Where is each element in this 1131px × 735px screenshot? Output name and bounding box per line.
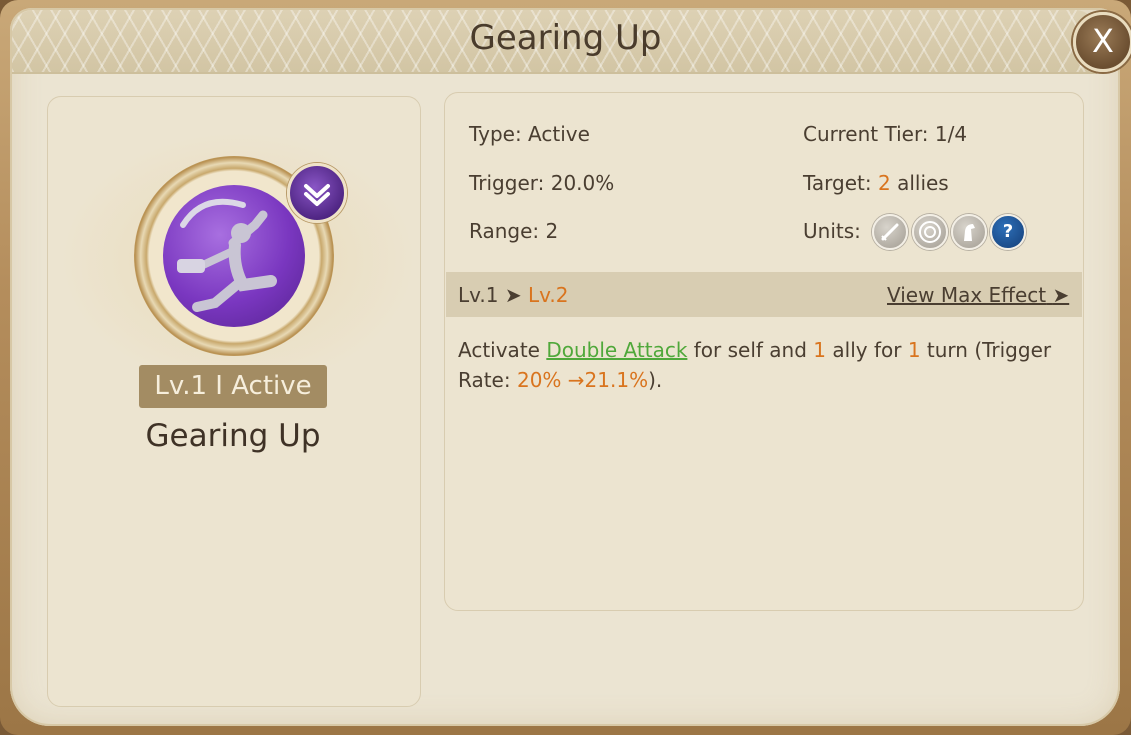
target-label: Target: <box>803 171 872 195</box>
level-status-badge: Lv.1 I Active <box>139 365 327 408</box>
ally-count: 1 <box>813 338 827 362</box>
target-unit: allies <box>897 171 949 195</box>
sword-shape <box>881 223 899 241</box>
tier-row: Current Tier: 1/4 <box>803 122 967 146</box>
range-row: Range: 2 <box>469 219 558 243</box>
question-mark: ? <box>1002 221 1014 242</box>
desc-text-1: Activate <box>458 338 547 362</box>
chevron-shape <box>304 184 330 206</box>
horse-shape <box>964 224 975 241</box>
desc-text-5: ). <box>648 368 663 392</box>
level-arrow-icon: ➤ <box>504 283 522 307</box>
range-label: Range: <box>469 219 540 243</box>
max-effect-arrow-icon: ➤ <box>1052 283 1070 307</box>
desc-text-2: for self and <box>687 338 814 362</box>
desc-text-3: ally for <box>826 338 908 362</box>
trigger-row: Trigger: 20.0% <box>469 171 614 195</box>
dialog-title: Gearing Up <box>469 18 662 58</box>
tier-value: 1/4 <box>934 122 968 146</box>
chevron-down-icon[interactable] <box>287 163 347 223</box>
units-label: Units: <box>803 219 861 243</box>
sword-icon[interactable] <box>872 214 908 250</box>
trigger-value: 20.0% <box>550 171 615 195</box>
max-effect-label: View Max Effect <box>887 283 1047 307</box>
target-count: 2 <box>877 171 891 195</box>
double-attack-link[interactable]: Double Attack <box>546 338 687 362</box>
type-value: Active <box>528 122 590 146</box>
target-icon[interactable] <box>912 214 948 250</box>
skill-description: Activate Double Attack for self and 1 al… <box>458 335 1058 395</box>
view-max-effect-link[interactable]: View Max Effect ➤ <box>887 283 1069 307</box>
close-button[interactable]: X <box>1073 12 1131 72</box>
current-level: Lv.1 <box>458 283 499 307</box>
tier-label: Current Tier: <box>803 122 929 146</box>
type-row: Type: Active <box>469 122 590 146</box>
martial-artist-figure <box>177 198 277 312</box>
skill-name: Gearing Up <box>145 418 321 454</box>
turn-count: 1 <box>907 338 921 362</box>
target-row: Target: 2 allies <box>803 171 949 195</box>
level-progression: Lv.1 ➤ Lv.2 <box>458 283 569 307</box>
horse-icon[interactable] <box>951 214 987 250</box>
rate-change: 20% →21.1% <box>516 368 649 392</box>
question-icon[interactable]: ? <box>990 214 1026 250</box>
next-level: Lv.2 <box>528 283 569 307</box>
target-shape <box>919 221 941 243</box>
skill-martial-artist-icon <box>163 185 305 327</box>
type-label: Type: <box>469 122 522 146</box>
trigger-label: Trigger: <box>469 171 545 195</box>
units-row: Units: <box>803 219 861 243</box>
range-value: 2 <box>545 219 559 243</box>
